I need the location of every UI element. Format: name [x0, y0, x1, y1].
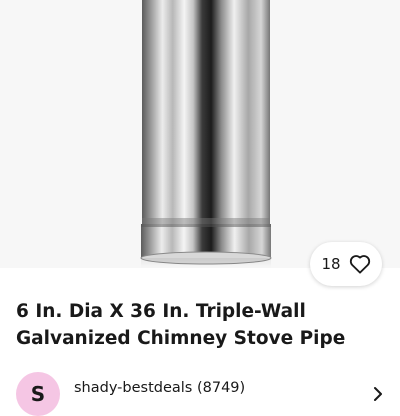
product-image-area[interactable] — [0, 0, 400, 268]
heart-icon — [349, 255, 370, 274]
seller-avatar: S — [16, 372, 60, 416]
seller-name[interactable]: shady-bestdeals (8749) — [74, 380, 245, 396]
seller-row[interactable]: S shady-bestdeals (8749) — [16, 372, 384, 416]
watch-button[interactable]: 18 — [310, 242, 382, 286]
watch-count: 18 — [321, 255, 341, 273]
listing-title: 6 In. Dia X 36 In. Triple-Wall Galvanize… — [16, 301, 346, 349]
product-image — [140, 0, 272, 268]
